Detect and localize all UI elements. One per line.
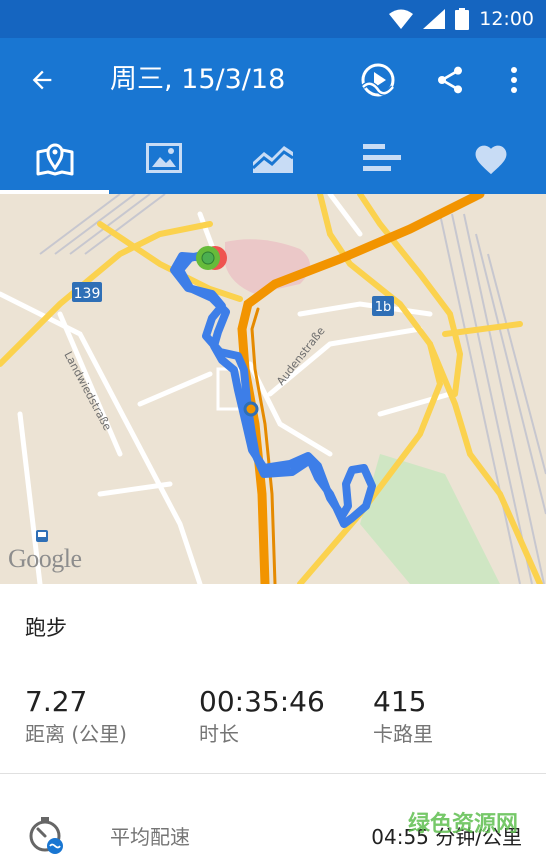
tab-heart-rate[interactable] (437, 122, 546, 194)
street-label-landwiedstrasse: Landwiedstraße (61, 349, 114, 433)
tab-photos[interactable] (109, 122, 218, 194)
road-shield-1b: 1b (372, 296, 394, 316)
distance-label: 距离 (公里) (25, 722, 127, 746)
calories-stat: 415 卡路里 (373, 684, 433, 748)
svg-text:1b: 1b (375, 300, 392, 315)
battery-icon (455, 8, 470, 30)
status-bar: 12:00 (0, 0, 546, 38)
route-map[interactable]: 139 1b Landwiedstraße Audenstraße Google (0, 194, 546, 584)
app-toolbar: 周三, 15/3/18 (0, 38, 546, 122)
detail-tabs (0, 122, 546, 194)
avg-pace-label: 平均配速 (110, 825, 190, 849)
activity-type-row: 跑步 (0, 584, 546, 670)
share-button[interactable] (428, 58, 472, 102)
more-options-button[interactable] (492, 58, 536, 102)
interchange-marker (243, 401, 259, 417)
tab-splits[interactable] (328, 122, 437, 194)
road-shield-139: 139 (72, 282, 102, 302)
map-canvas: 139 1b Landwiedstraße Audenstraße (0, 194, 546, 584)
tab-map[interactable] (0, 122, 110, 194)
calories-label: 卡路里 (373, 722, 433, 746)
more-vert-icon (511, 67, 517, 93)
share-icon (438, 66, 462, 94)
wifi-icon (389, 9, 414, 29)
tab-charts[interactable] (218, 122, 327, 194)
stopwatch-icon (29, 817, 63, 854)
replay-route-icon (361, 63, 395, 97)
bus-stop-icon (36, 530, 48, 542)
back-button[interactable] (20, 60, 64, 100)
park-area (360, 454, 500, 584)
activity-type: 跑步 (25, 616, 67, 640)
svg-text:139: 139 (74, 286, 101, 302)
calories-value: 415 (373, 685, 427, 718)
signal-icon (423, 9, 446, 29)
arrow-back-icon (32, 70, 52, 90)
stats-row: 7.27 距离 (公里) 00:35:46 时长 415 卡路里 (0, 670, 546, 774)
clock: 12:00 (479, 8, 534, 30)
map-icon (36, 143, 74, 176)
heart-icon (475, 145, 507, 175)
street-label-audenstrasse: Audenstraße (274, 324, 328, 388)
duration-stat: 00:35:46 时长 (199, 684, 325, 748)
chart-icon (252, 146, 294, 173)
duration-value: 00:35:46 (199, 685, 325, 718)
page-title: 周三, 15/3/18 (110, 64, 286, 95)
distance-stat: 7.27 距离 (公里) (25, 684, 127, 748)
splits-icon (363, 144, 402, 171)
distance-value: 7.27 (25, 685, 88, 718)
watermark: 绿色资源网 (408, 812, 519, 837)
replay-route-button[interactable] (356, 58, 400, 102)
photo-icon (145, 143, 182, 173)
duration-label: 时长 (199, 722, 239, 746)
google-logo: Google (8, 544, 82, 573)
